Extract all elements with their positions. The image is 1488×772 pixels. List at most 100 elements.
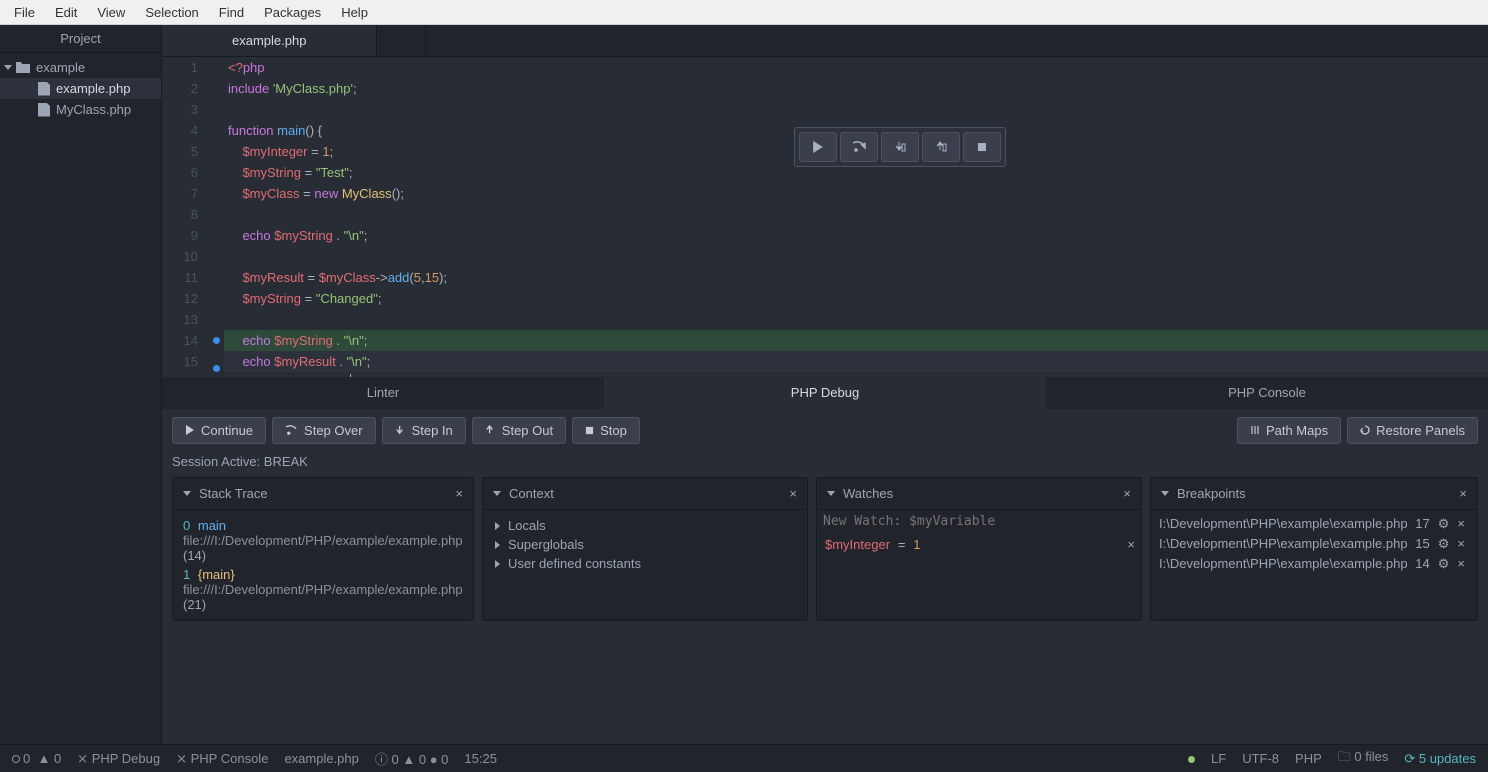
- folder-icon: [16, 62, 30, 73]
- editor-tabbar: example.php: [162, 25, 1488, 57]
- step-in-label: Step In: [412, 423, 453, 438]
- close-icon[interactable]: ×: [1459, 486, 1467, 501]
- step-over-label: Step Over: [304, 423, 363, 438]
- status-diagnostics[interactable]: ⓘ 0 ▲ 0 ● 0: [375, 749, 449, 768]
- chevron-down-icon: [827, 491, 835, 496]
- status-encoding[interactable]: UTF-8: [1242, 751, 1279, 766]
- stop-label: Stop: [600, 423, 627, 438]
- tree-folder-example[interactable]: example: [0, 57, 161, 78]
- stack-frame[interactable]: 1 {main} file:///I:/Development/PHP/exam…: [183, 565, 463, 614]
- session-status: Session Active: BREAK: [172, 454, 1478, 469]
- menu-file[interactable]: File: [4, 2, 45, 23]
- menubar: FileEditViewSelectionFindPackagesHelp: [0, 0, 1488, 25]
- folder-label: example: [36, 60, 85, 75]
- float-step-out-button[interactable]: [922, 132, 960, 162]
- continue-label: Continue: [201, 423, 253, 438]
- breakpoint-item[interactable]: I:\Development\PHP\example\example.php14…: [1157, 554, 1471, 574]
- chevron-down-icon: [183, 491, 191, 496]
- status-filename[interactable]: example.php: [284, 751, 358, 766]
- tab-php-debug[interactable]: PHP Debug: [604, 377, 1046, 409]
- stack-trace-title: Stack Trace: [199, 486, 268, 501]
- context-group[interactable]: Superglobals: [493, 535, 797, 554]
- editor-tab-example[interactable]: example.php: [162, 25, 377, 56]
- restore-panels-button[interactable]: Restore Panels: [1347, 417, 1478, 444]
- text-cursor: [350, 374, 351, 377]
- close-icon[interactable]: ×: [1457, 556, 1465, 571]
- status-language[interactable]: PHP: [1295, 751, 1322, 766]
- step-in-button[interactable]: Step In: [382, 417, 466, 444]
- status-cursor[interactable]: 15:25: [464, 751, 497, 766]
- menu-find[interactable]: Find: [209, 2, 254, 23]
- close-icon[interactable]: ×: [1123, 486, 1131, 501]
- editor-area: example.php 1234567891011121314151617181…: [162, 25, 1488, 744]
- chevron-down-icon: [4, 65, 12, 70]
- bottom-panel-tabs: Linter PHP Debug PHP Console: [162, 377, 1488, 409]
- gear-icon[interactable]: ⚙: [1438, 516, 1450, 532]
- status-eol[interactable]: LF: [1211, 751, 1226, 766]
- path-maps-button[interactable]: Path Maps: [1237, 417, 1341, 444]
- close-icon[interactable]: ×: [1457, 536, 1465, 551]
- tab-php-console[interactable]: PHP Console: [1046, 377, 1488, 409]
- status-bar: 0 ▲ 0 ⨯ PHP Debug ⨯ PHP Console example.…: [0, 744, 1488, 772]
- context-panel: Context × LocalsSuperglobalsUser defined …: [482, 477, 808, 621]
- stack-trace-panel: Stack Trace × 0 main file:///I:/Developme…: [172, 477, 474, 621]
- status-php-console[interactable]: ⨯ PHP Console: [176, 751, 268, 767]
- breakpoints-panel: Breakpoints × I:\Development\PHP\example\…: [1150, 477, 1478, 621]
- step-over-button[interactable]: Step Over: [272, 417, 376, 444]
- menu-packages[interactable]: Packages: [254, 2, 331, 23]
- float-step-over-button[interactable]: [840, 132, 878, 162]
- breakpoint-dot[interactable]: [213, 365, 220, 372]
- status-git-indicator[interactable]: [1188, 751, 1195, 766]
- menu-edit[interactable]: Edit: [45, 2, 87, 23]
- step-out-button[interactable]: Step Out: [472, 417, 566, 444]
- tab-linter[interactable]: Linter: [162, 377, 604, 409]
- editor-tab-empty[interactable]: [377, 25, 426, 56]
- tree-file-myclass[interactable]: MyClass.php: [0, 99, 161, 120]
- gear-icon[interactable]: ⚙: [1438, 556, 1450, 572]
- status-php-debug[interactable]: ⨯ PHP Debug: [77, 751, 160, 767]
- breakpoint-dot[interactable]: [213, 337, 220, 344]
- watches-title: Watches: [843, 486, 893, 501]
- status-files[interactable]: 🗀 0 files: [1338, 748, 1389, 770]
- file-icon: [38, 82, 50, 96]
- menu-view[interactable]: View: [87, 2, 135, 23]
- debug-panel: Continue Step Over Step In Step Out Stop…: [162, 409, 1488, 745]
- watch-item[interactable]: $myInteger = 1×: [817, 533, 1141, 557]
- path-maps-label: Path Maps: [1266, 423, 1328, 438]
- close-icon[interactable]: ×: [789, 486, 797, 501]
- close-icon[interactable]: ×: [455, 486, 463, 501]
- continue-button[interactable]: Continue: [172, 417, 266, 444]
- status-issues[interactable]: 0 ▲ 0: [12, 751, 61, 766]
- context-group[interactable]: Locals: [493, 516, 797, 535]
- breakpoints-title: Breakpoints: [1177, 486, 1246, 501]
- breakpoint-item[interactable]: I:\Development\PHP\example\example.php15…: [1157, 534, 1471, 554]
- float-step-in-button[interactable]: [881, 132, 919, 162]
- project-header: Project: [0, 25, 161, 53]
- debug-floating-toolbar: [794, 127, 1006, 167]
- chevron-down-icon: [493, 491, 501, 496]
- restore-panels-label: Restore Panels: [1376, 423, 1465, 438]
- file-icon: [38, 103, 50, 117]
- project-sidebar: Project example example.php MyClass.php: [0, 25, 162, 744]
- gear-icon[interactable]: ⚙: [1438, 536, 1450, 552]
- menu-help[interactable]: Help: [331, 2, 378, 23]
- remove-watch-icon[interactable]: ×: [1127, 537, 1135, 552]
- breakpoint-item[interactable]: I:\Development\PHP\example\example.php17…: [1157, 514, 1471, 534]
- step-out-label: Step Out: [502, 423, 553, 438]
- float-continue-button[interactable]: [799, 132, 837, 162]
- context-title: Context: [509, 486, 554, 501]
- file-label: MyClass.php: [56, 102, 131, 117]
- new-watch-input[interactable]: [817, 510, 1141, 533]
- tree-file-example[interactable]: example.php: [0, 78, 161, 99]
- stop-button[interactable]: Stop: [572, 417, 640, 444]
- status-updates[interactable]: ⟳ 5 updates: [1404, 751, 1476, 767]
- file-label: example.php: [56, 81, 130, 96]
- code-editor[interactable]: 12345678910111213141516171819 <?phpinclu…: [162, 57, 1488, 377]
- float-stop-button[interactable]: [963, 132, 1001, 162]
- menu-selection[interactable]: Selection: [135, 2, 208, 23]
- stack-frame[interactable]: 0 main file:///I:/Development/PHP/exampl…: [183, 516, 463, 565]
- chevron-down-icon: [1161, 491, 1169, 496]
- file-tree: example example.php MyClass.php: [0, 53, 161, 124]
- close-icon[interactable]: ×: [1457, 516, 1465, 531]
- context-group[interactable]: User defined constants: [493, 554, 797, 573]
